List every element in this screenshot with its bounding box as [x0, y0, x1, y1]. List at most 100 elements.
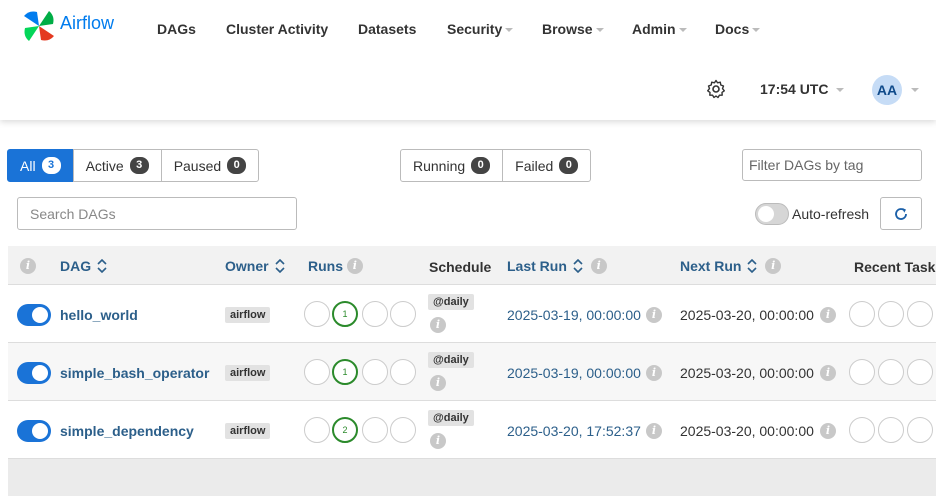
sort-icon — [275, 259, 285, 273]
table-row: simple_bash_operator airflow 1 @daily i … — [8, 343, 936, 401]
sort-icon — [747, 259, 758, 273]
chevron-down-icon — [752, 28, 761, 33]
nav-security[interactable]: Security — [447, 21, 514, 37]
task-state-circle[interactable] — [849, 301, 875, 327]
user-avatar[interactable]: AA — [872, 75, 902, 105]
info-icon[interactable]: i — [646, 365, 662, 381]
info-icon[interactable]: i — [646, 423, 662, 439]
run-state-success-circle[interactable]: 1 — [332, 359, 358, 385]
col-next-run-header[interactable]: Next Run i — [680, 258, 782, 274]
run-state-circle[interactable] — [390, 417, 416, 443]
gear-icon[interactable] — [706, 79, 726, 99]
tag-filter-input[interactable]: Filter DAGs by tag — [742, 149, 922, 181]
last-run-link[interactable]: 2025-03-19, 00:00:00 — [507, 365, 641, 381]
dag-pause-toggle[interactable] — [17, 420, 51, 442]
dag-pause-toggle[interactable] — [17, 304, 51, 326]
search-dags-input[interactable]: Search DAGs — [17, 197, 297, 230]
nav-admin[interactable]: Admin — [632, 21, 687, 37]
col-owner-header[interactable]: Owner — [225, 258, 285, 274]
chevron-down-icon — [678, 28, 687, 33]
info-icon[interactable]: i — [820, 307, 836, 323]
run-state-circle[interactable] — [362, 359, 388, 385]
info-icon: i — [590, 258, 607, 274]
last-run-link[interactable]: 2025-03-19, 00:00:00 — [507, 307, 641, 323]
sort-icon — [97, 259, 107, 273]
task-state-circle[interactable] — [878, 301, 904, 327]
run-state-circle[interactable] — [362, 417, 388, 443]
top-navbar: Airflow DAGs Cluster Activity Datasets S… — [0, 0, 936, 120]
info-icon[interactable]: i — [820, 423, 836, 439]
owner-badge[interactable]: airflow — [225, 365, 271, 381]
task-state-circle[interactable] — [907, 301, 933, 327]
nav-browse[interactable]: Browse — [542, 21, 604, 37]
chevron-down-icon — [595, 28, 604, 33]
info-icon[interactable]: i — [430, 317, 446, 333]
col-dag-header[interactable]: DAG — [60, 258, 107, 274]
owner-badge[interactable]: airflow — [225, 307, 271, 323]
info-icon[interactable]: i — [646, 307, 662, 323]
run-state-circle[interactable] — [390, 301, 416, 327]
filter-paused-button[interactable]: Paused 0 — [160, 149, 260, 182]
nav-dags[interactable]: DAGs — [157, 21, 196, 37]
run-state-circle[interactable] — [304, 359, 330, 385]
filter-running-button[interactable]: Running 0 — [400, 149, 504, 182]
auto-refresh-toggle[interactable] — [755, 203, 789, 225]
refresh-button[interactable] — [880, 197, 922, 230]
auto-refresh-label: Auto-refresh — [792, 206, 870, 222]
chevron-down-icon — [505, 28, 514, 33]
next-run-value: 2025-03-20, 00:00:00 — [680, 365, 814, 381]
task-state-circle[interactable] — [878, 359, 904, 385]
count-badge: 0 — [559, 157, 579, 174]
filter-all-button[interactable]: All 3 — [7, 149, 74, 182]
info-icon: i — [20, 258, 36, 274]
info-icon[interactable]: i — [820, 365, 836, 381]
next-run-value: 2025-03-20, 00:00:00 — [680, 307, 814, 323]
chevron-down-icon[interactable] — [911, 88, 919, 92]
nav-docs[interactable]: Docs — [715, 21, 761, 37]
run-state-circle[interactable] — [362, 301, 388, 327]
info-icon: i — [346, 258, 363, 274]
dag-pause-toggle[interactable] — [17, 362, 51, 384]
table-header: i DAG Owner Runs i Schedule Last Run i N… — [8, 246, 936, 285]
chevron-down-icon — [836, 88, 845, 93]
run-state-filter-group: Running 0 Failed 0 — [400, 149, 592, 182]
info-icon[interactable]: i — [430, 375, 446, 391]
task-state-circle[interactable] — [907, 359, 933, 385]
sort-icon — [573, 259, 583, 273]
utc-clock[interactable]: 17:54 UTC — [760, 81, 845, 97]
task-state-circle[interactable] — [878, 417, 904, 443]
count-badge: 3 — [129, 157, 149, 174]
run-state-success-circle[interactable]: 1 — [332, 301, 358, 327]
schedule-badge: @daily — [428, 352, 474, 368]
table-row: hello_world airflow 1 @daily i 2025-03-1… — [8, 285, 936, 343]
filter-active-button[interactable]: Active 3 — [72, 149, 162, 182]
status-filter-group: All 3 Active 3 Paused 0 — [7, 149, 260, 182]
refresh-icon — [895, 207, 907, 220]
info-icon[interactable]: i — [430, 433, 446, 449]
dag-link[interactable]: simple_bash_operator — [60, 365, 209, 381]
run-state-circle[interactable] — [304, 417, 330, 443]
schedule-badge: @daily — [428, 410, 474, 426]
col-last-run-header[interactable]: Last Run i — [507, 258, 607, 274]
task-state-circle[interactable] — [849, 359, 875, 385]
run-state-success-circle[interactable]: 2 — [332, 417, 358, 443]
task-state-circle[interactable] — [849, 417, 875, 443]
dag-link[interactable]: hello_world — [60, 307, 138, 323]
airflow-pinwheel-icon — [24, 11, 54, 41]
task-state-circle[interactable] — [907, 417, 933, 443]
nav-cluster-activity[interactable]: Cluster Activity — [226, 21, 328, 37]
run-state-circle[interactable] — [304, 301, 330, 327]
last-run-link[interactable]: 2025-03-20, 17:52:37 — [507, 423, 641, 439]
dag-link[interactable]: simple_dependency — [60, 423, 194, 439]
col-schedule-header: Schedule — [429, 259, 492, 275]
nav-datasets[interactable]: Datasets — [358, 21, 416, 37]
dags-table: i DAG Owner Runs i Schedule Last Run i N… — [8, 246, 936, 496]
schedule-badge: @daily — [428, 294, 474, 310]
run-state-circle[interactable] — [390, 359, 416, 385]
owner-badge[interactable]: airflow — [225, 423, 271, 439]
airflow-logo[interactable]: Airflow — [21, 8, 114, 44]
next-run-value: 2025-03-20, 00:00:00 — [680, 423, 814, 439]
count-badge: 0 — [227, 157, 247, 174]
col-runs-header: Runs i — [308, 258, 363, 274]
filter-failed-button[interactable]: Failed 0 — [502, 149, 592, 182]
